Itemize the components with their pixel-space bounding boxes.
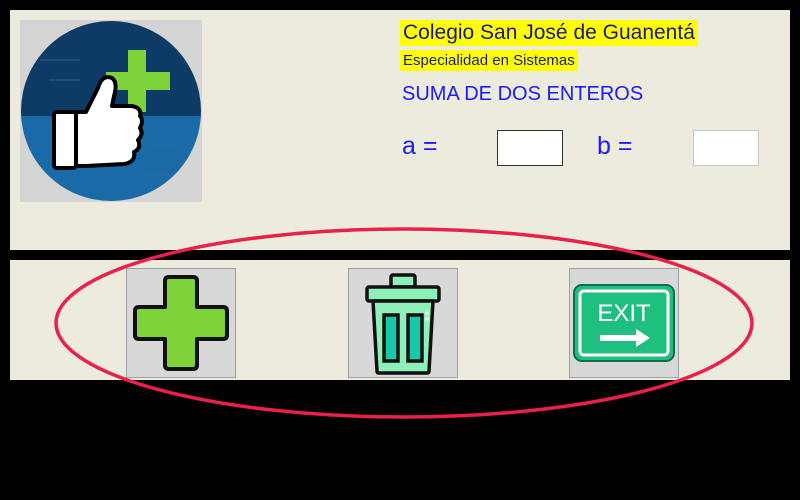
section-heading: SUMA DE DOS ENTEROS — [402, 83, 644, 105]
logo-image — [20, 20, 202, 202]
plus-icon — [133, 275, 229, 371]
sum-button[interactable] — [126, 268, 236, 378]
toolbar-panel: EXIT — [10, 260, 790, 380]
input-a[interactable] — [497, 130, 563, 166]
exit-sign-icon: EXIT — [573, 284, 675, 362]
input-b[interactable] — [693, 130, 759, 166]
top-panel: Colegio San José de Guanentá Especialida… — [10, 10, 790, 250]
page-subtitle: Especialidad en Sistemas — [400, 50, 578, 71]
clear-button[interactable] — [348, 268, 458, 378]
thumbs-up-plus-icon — [21, 21, 201, 201]
label-a: a = — [402, 132, 438, 160]
page-title: Colegio San José de Guanentá — [400, 20, 698, 46]
exit-button[interactable]: EXIT — [569, 268, 679, 378]
label-b: b = — [597, 132, 633, 160]
exit-sign-label: EXIT — [597, 300, 651, 327]
trash-icon — [365, 273, 441, 375]
